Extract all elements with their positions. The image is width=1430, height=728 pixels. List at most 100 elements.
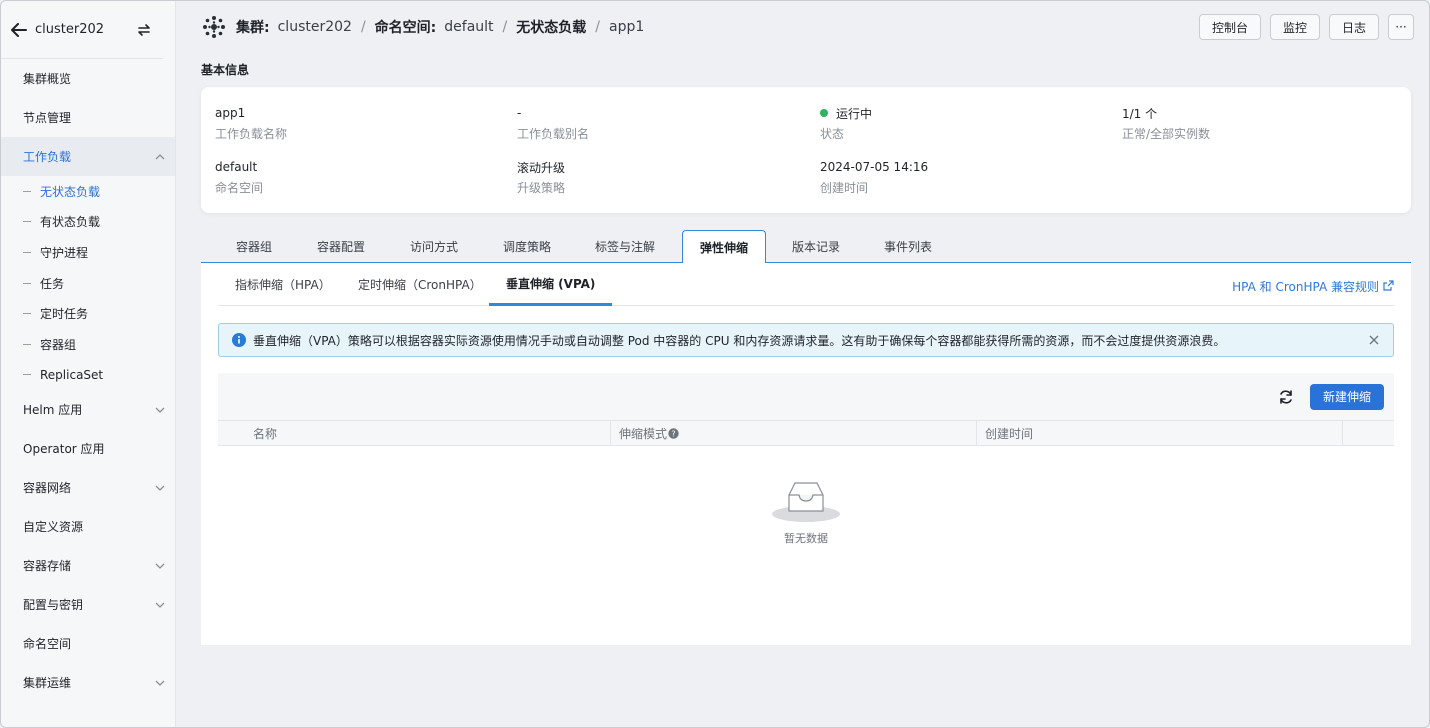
tab-revisions[interactable]: 版本记录 (775, 230, 857, 263)
help-icon[interactable]: ? (668, 427, 679, 439)
column-header-mode: 伸缩模式 ? (611, 421, 977, 445)
sidebar-item-container-storage[interactable]: 容器存储 (1, 546, 175, 585)
column-header-actions (1343, 421, 1394, 445)
column-header-mode-label: 伸缩模式 (619, 426, 668, 441)
sidebar-subitem-daemonsets[interactable]: 守护进程 (1, 237, 175, 268)
create-vpa-button[interactable]: 新建伸缩 (1309, 383, 1384, 410)
chevron-down-icon (155, 600, 165, 610)
chevron-down-icon (155, 678, 165, 688)
tab-autoscaling[interactable]: 弹性伸缩 (682, 230, 767, 264)
sidebar-item-label: 工作负载 (23, 150, 72, 164)
alert-message: 垂直伸缩（VPA）策略可以根据容器实际资源使用情况手动或自动调整 Pod 中容器… (253, 333, 1226, 348)
tab-scheduling[interactable]: 调度策略 (486, 230, 568, 263)
external-link-icon (1383, 279, 1394, 294)
sidebar-item-node-management[interactable]: 节点管理 (1, 98, 175, 137)
tab-pods[interactable]: 容器组 (219, 230, 289, 263)
sidebar-subitem-label: 无状态负载 (40, 184, 101, 199)
sidebar-subitem-statefulsets[interactable]: 有状态负载 (1, 207, 175, 238)
info-label: 升级策略 (517, 181, 566, 195)
chevron-down-icon (155, 561, 165, 571)
breadcrumb-cluster[interactable]: cluster202 (278, 19, 352, 35)
tab-events[interactable]: 事件列表 (867, 230, 949, 263)
sidebar-subitem-jobs[interactable]: 任务 (1, 268, 175, 299)
breadcrumb-cluster-key: 集群: (236, 20, 270, 36)
tab-container-config[interactable]: 容器配置 (300, 230, 382, 263)
breadcrumb-namespace[interactable]: default (444, 19, 493, 35)
chevron-down-icon (155, 483, 165, 493)
app-window: cluster202 集群概览 节点管理 工作负载 无状态负载 有状态负载 守护… (0, 0, 1430, 728)
subtab-vpa[interactable]: 垂直伸缩 (VPA) (489, 263, 613, 306)
dash-icon (23, 190, 31, 192)
section-title-basic-info: 基本信息 (201, 63, 250, 77)
sidebar-item-helm-apps[interactable]: Helm 应用 (1, 390, 175, 429)
subtab-cronhpa[interactable]: 定时伸缩（CronHPA） (341, 263, 499, 306)
sidebar-item-label: Helm 应用 (23, 403, 83, 418)
sidebar-item-namespaces[interactable]: 命名空间 (1, 624, 175, 663)
sidebar-subitem-label: 有状态负载 (40, 215, 101, 230)
sidebar-item-cluster-overview[interactable]: 集群概览 (1, 59, 175, 98)
cluster-name: cluster202 (35, 22, 105, 37)
detail-panel: 容器组 容器配置 访问方式 调度策略 标签与注解 弹性伸缩 版本记录 事件列表 … (201, 230, 1411, 645)
sidebar-item-label: 命名空间 (23, 637, 72, 652)
subtab-hpa[interactable]: 指标伸缩（HPA） (218, 263, 348, 306)
column-header-created[interactable]: 创建时间 (977, 421, 1343, 445)
console-button[interactable]: 控制台 (1198, 14, 1261, 40)
sidebar-item-label: 配置与密钥 (23, 598, 84, 613)
sidebar-subitem-label: 守护进程 (40, 245, 89, 260)
dash-icon (23, 282, 31, 284)
status-dot-icon (820, 109, 828, 117)
sidebar-subitem-cronjobs[interactable]: 定时任务 (1, 298, 175, 329)
compat-rules-link[interactable]: HPA 和 CronHPA 兼容规则 (1232, 278, 1394, 295)
cluster-logo-icon (201, 14, 227, 40)
chevron-down-icon (155, 405, 165, 415)
switch-cluster-icon[interactable] (135, 21, 153, 39)
column-header-name[interactable]: 名称 (218, 421, 611, 445)
workload-subnav: 无状态负载 有状态负载 守护进程 任务 定时任务 容器组 ReplicaSet (1, 176, 175, 390)
breadcrumb: 集群: cluster202 / 命名空间: default / 无状态负载 /… (201, 14, 1199, 40)
autoscaling-subtabs: 指标伸缩（HPA） 定时伸缩（CronHPA） 垂直伸缩 (VPA) (218, 263, 1394, 306)
empty-inbox-icon (771, 477, 841, 526)
sidebar-item-configs-secrets[interactable]: 配置与密钥 (1, 585, 175, 624)
tab-labels-annotations[interactable]: 标签与注解 (578, 230, 672, 263)
sidebar-header: cluster202 (1, 1, 163, 59)
table-header: 名称 伸缩模式 ? 创建时间 (218, 420, 1394, 446)
sidebar-item-workloads[interactable]: 工作负载 (1, 137, 175, 176)
breadcrumb-kind[interactable]: 无状态负载 (516, 17, 586, 37)
back-arrow-icon[interactable] (9, 20, 29, 40)
tab-access[interactable]: 访问方式 (393, 230, 475, 263)
dash-icon (23, 374, 31, 376)
compat-rules-label: HPA 和 CronHPA 兼容规则 (1232, 280, 1379, 294)
sidebar-item-custom-resources[interactable]: 自定义资源 (1, 507, 175, 546)
sidebar-item-label: Operator 应用 (23, 442, 105, 457)
more-actions-button[interactable]: ··· (1388, 14, 1414, 40)
sidebar-subitem-replicasets[interactable]: ReplicaSet (1, 360, 175, 391)
logs-button[interactable]: 日志 (1328, 14, 1379, 40)
svg-text:?: ? (671, 429, 675, 438)
breadcrumb-separator: / (595, 19, 600, 35)
sidebar-item-cluster-ops[interactable]: 集群运维 (1, 663, 175, 702)
sidebar-item-label: 容器存储 (23, 559, 72, 574)
sidebar-item-container-network[interactable]: 容器网络 (1, 468, 175, 507)
sidebar-subitem-label: 定时任务 (40, 307, 89, 322)
sidebar-item-label: 容器网络 (23, 481, 72, 496)
sidebar-subitem-deployments[interactable]: 无状态负载 (1, 176, 175, 207)
info-value: default (215, 160, 258, 174)
info-value: - (517, 106, 522, 120)
dash-icon (23, 221, 31, 223)
info-value: 滚动升级 (517, 160, 566, 175)
breadcrumb-separator: / (502, 19, 508, 35)
info-label: 正常/全部实例数 (1122, 127, 1211, 141)
breadcrumb-namespace-key: 命名空间: (374, 20, 437, 36)
sidebar-item-operator-apps[interactable]: Operator 应用 (1, 429, 175, 468)
vpa-info-alert: 垂直伸缩（VPA）策略可以根据容器实际资源使用情况手动或自动调整 Pod 中容器… (218, 323, 1394, 357)
monitor-button[interactable]: 监控 (1269, 14, 1320, 40)
info-icon (232, 333, 246, 347)
dash-icon (23, 251, 31, 253)
refresh-icon[interactable] (1275, 386, 1297, 408)
close-icon[interactable] (1367, 333, 1381, 347)
basic-info-card: app1 工作负载名称 - 工作负载别名 运行中 状态 1/1 个 正常/全部实… (201, 87, 1411, 213)
sidebar-subitem-pods[interactable]: 容器组 (1, 329, 175, 360)
info-value: 2024-07-05 14:16 (820, 160, 929, 174)
vpa-table: 新建伸缩 名称 伸缩模式 ? 创建时间 暂无数据 (218, 373, 1394, 628)
main-content: 集群: cluster202 / 命名空间: default / 无状态负载 /… (176, 1, 1429, 727)
